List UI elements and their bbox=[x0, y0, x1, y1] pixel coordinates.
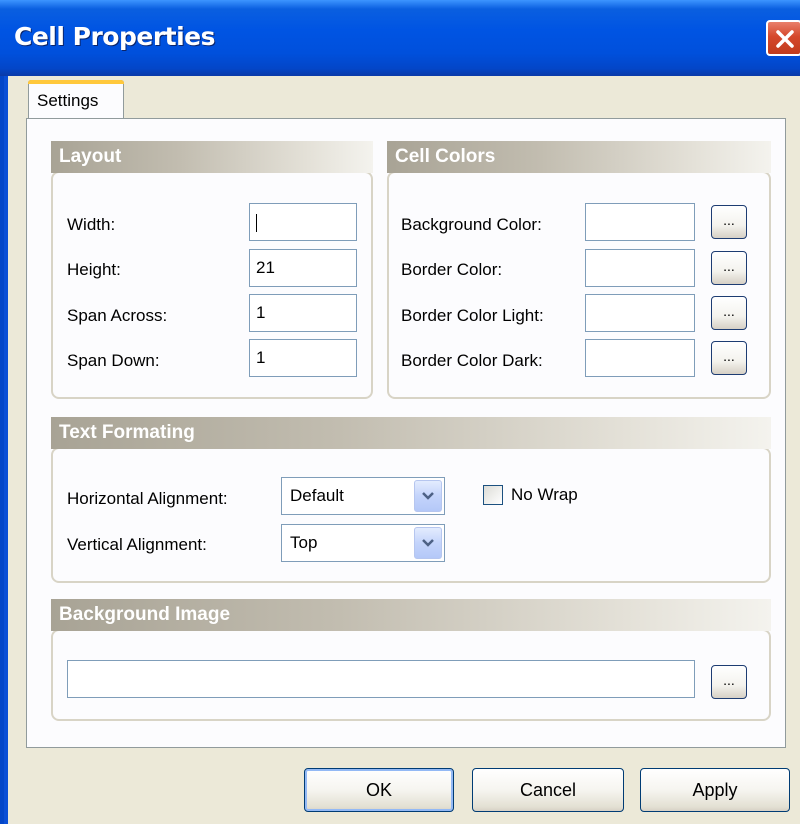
layout-heading: Layout bbox=[51, 141, 373, 173]
close-button[interactable] bbox=[766, 20, 800, 56]
window-border-inner bbox=[0, 76, 4, 824]
apply-button[interactable]: Apply bbox=[640, 768, 790, 812]
vertical-alignment-value: Top bbox=[290, 533, 318, 552]
horizontal-alignment-select[interactable]: Default bbox=[281, 477, 445, 515]
span-down-label: Span Down: bbox=[67, 351, 160, 370]
tab-panel: Layout Width: Height: 21 Span Across: 1 … bbox=[26, 118, 786, 748]
dropdown-arrow-button[interactable] bbox=[414, 480, 442, 512]
dropdown-arrow-button[interactable] bbox=[414, 527, 442, 559]
background-image-browse-button[interactable]: ... bbox=[711, 665, 747, 699]
horizontal-alignment-value: Default bbox=[290, 486, 344, 505]
height-input[interactable]: 21 bbox=[249, 249, 357, 287]
border-color-light-input[interactable] bbox=[585, 294, 695, 332]
border-color-light-label: Border Color Light: bbox=[401, 306, 544, 325]
title-bar[interactable]: Cell Properties bbox=[0, 0, 800, 76]
window-title: Cell Properties bbox=[14, 22, 216, 51]
background-image-heading: Background Image bbox=[51, 599, 771, 631]
border-color-light-browse-button[interactable]: ... bbox=[711, 296, 747, 330]
text-formatting-heading: Text Formating bbox=[51, 417, 771, 449]
vertical-alignment-label: Vertical Alignment: bbox=[67, 535, 207, 554]
background-color-browse-button[interactable]: ... bbox=[711, 205, 747, 239]
horizontal-alignment-label: Horizontal Alignment: bbox=[67, 489, 228, 508]
close-icon bbox=[776, 30, 794, 48]
no-wrap-label[interactable]: No Wrap bbox=[511, 485, 578, 505]
vertical-alignment-select[interactable]: Top bbox=[281, 524, 445, 562]
height-label: Height: bbox=[67, 260, 121, 279]
span-across-label: Span Across: bbox=[67, 306, 168, 325]
cell-colors-heading: Cell Colors bbox=[387, 141, 771, 173]
text-formatting-group bbox=[51, 447, 771, 583]
tab-settings[interactable]: Settings bbox=[28, 80, 124, 120]
border-color-browse-button[interactable]: ... bbox=[711, 251, 747, 285]
width-input[interactable] bbox=[249, 203, 357, 241]
text-cursor bbox=[256, 213, 257, 232]
border-color-dark-browse-button[interactable]: ... bbox=[711, 341, 747, 375]
tab-label: Settings bbox=[37, 91, 99, 110]
background-color-input[interactable] bbox=[585, 203, 695, 241]
cancel-button[interactable]: Cancel bbox=[472, 768, 624, 812]
background-color-label: Background Color: bbox=[401, 215, 542, 234]
border-color-dark-input[interactable] bbox=[585, 339, 695, 377]
chevron-down-icon bbox=[422, 539, 434, 547]
ok-button[interactable]: OK bbox=[304, 768, 454, 812]
span-down-input[interactable]: 1 bbox=[249, 339, 357, 377]
width-label: Width: bbox=[67, 215, 116, 234]
border-color-label: Border Color: bbox=[401, 260, 503, 279]
tab-highlight bbox=[28, 80, 124, 84]
span-across-input[interactable]: 1 bbox=[249, 294, 357, 332]
border-color-input[interactable] bbox=[585, 249, 695, 287]
chevron-down-icon bbox=[422, 492, 434, 500]
background-image-input[interactable] bbox=[67, 660, 695, 698]
dialog-window: Cell Properties Settings Layout Width: H… bbox=[0, 0, 800, 824]
border-color-dark-label: Border Color Dark: bbox=[401, 351, 543, 370]
no-wrap-checkbox[interactable] bbox=[483, 485, 503, 505]
